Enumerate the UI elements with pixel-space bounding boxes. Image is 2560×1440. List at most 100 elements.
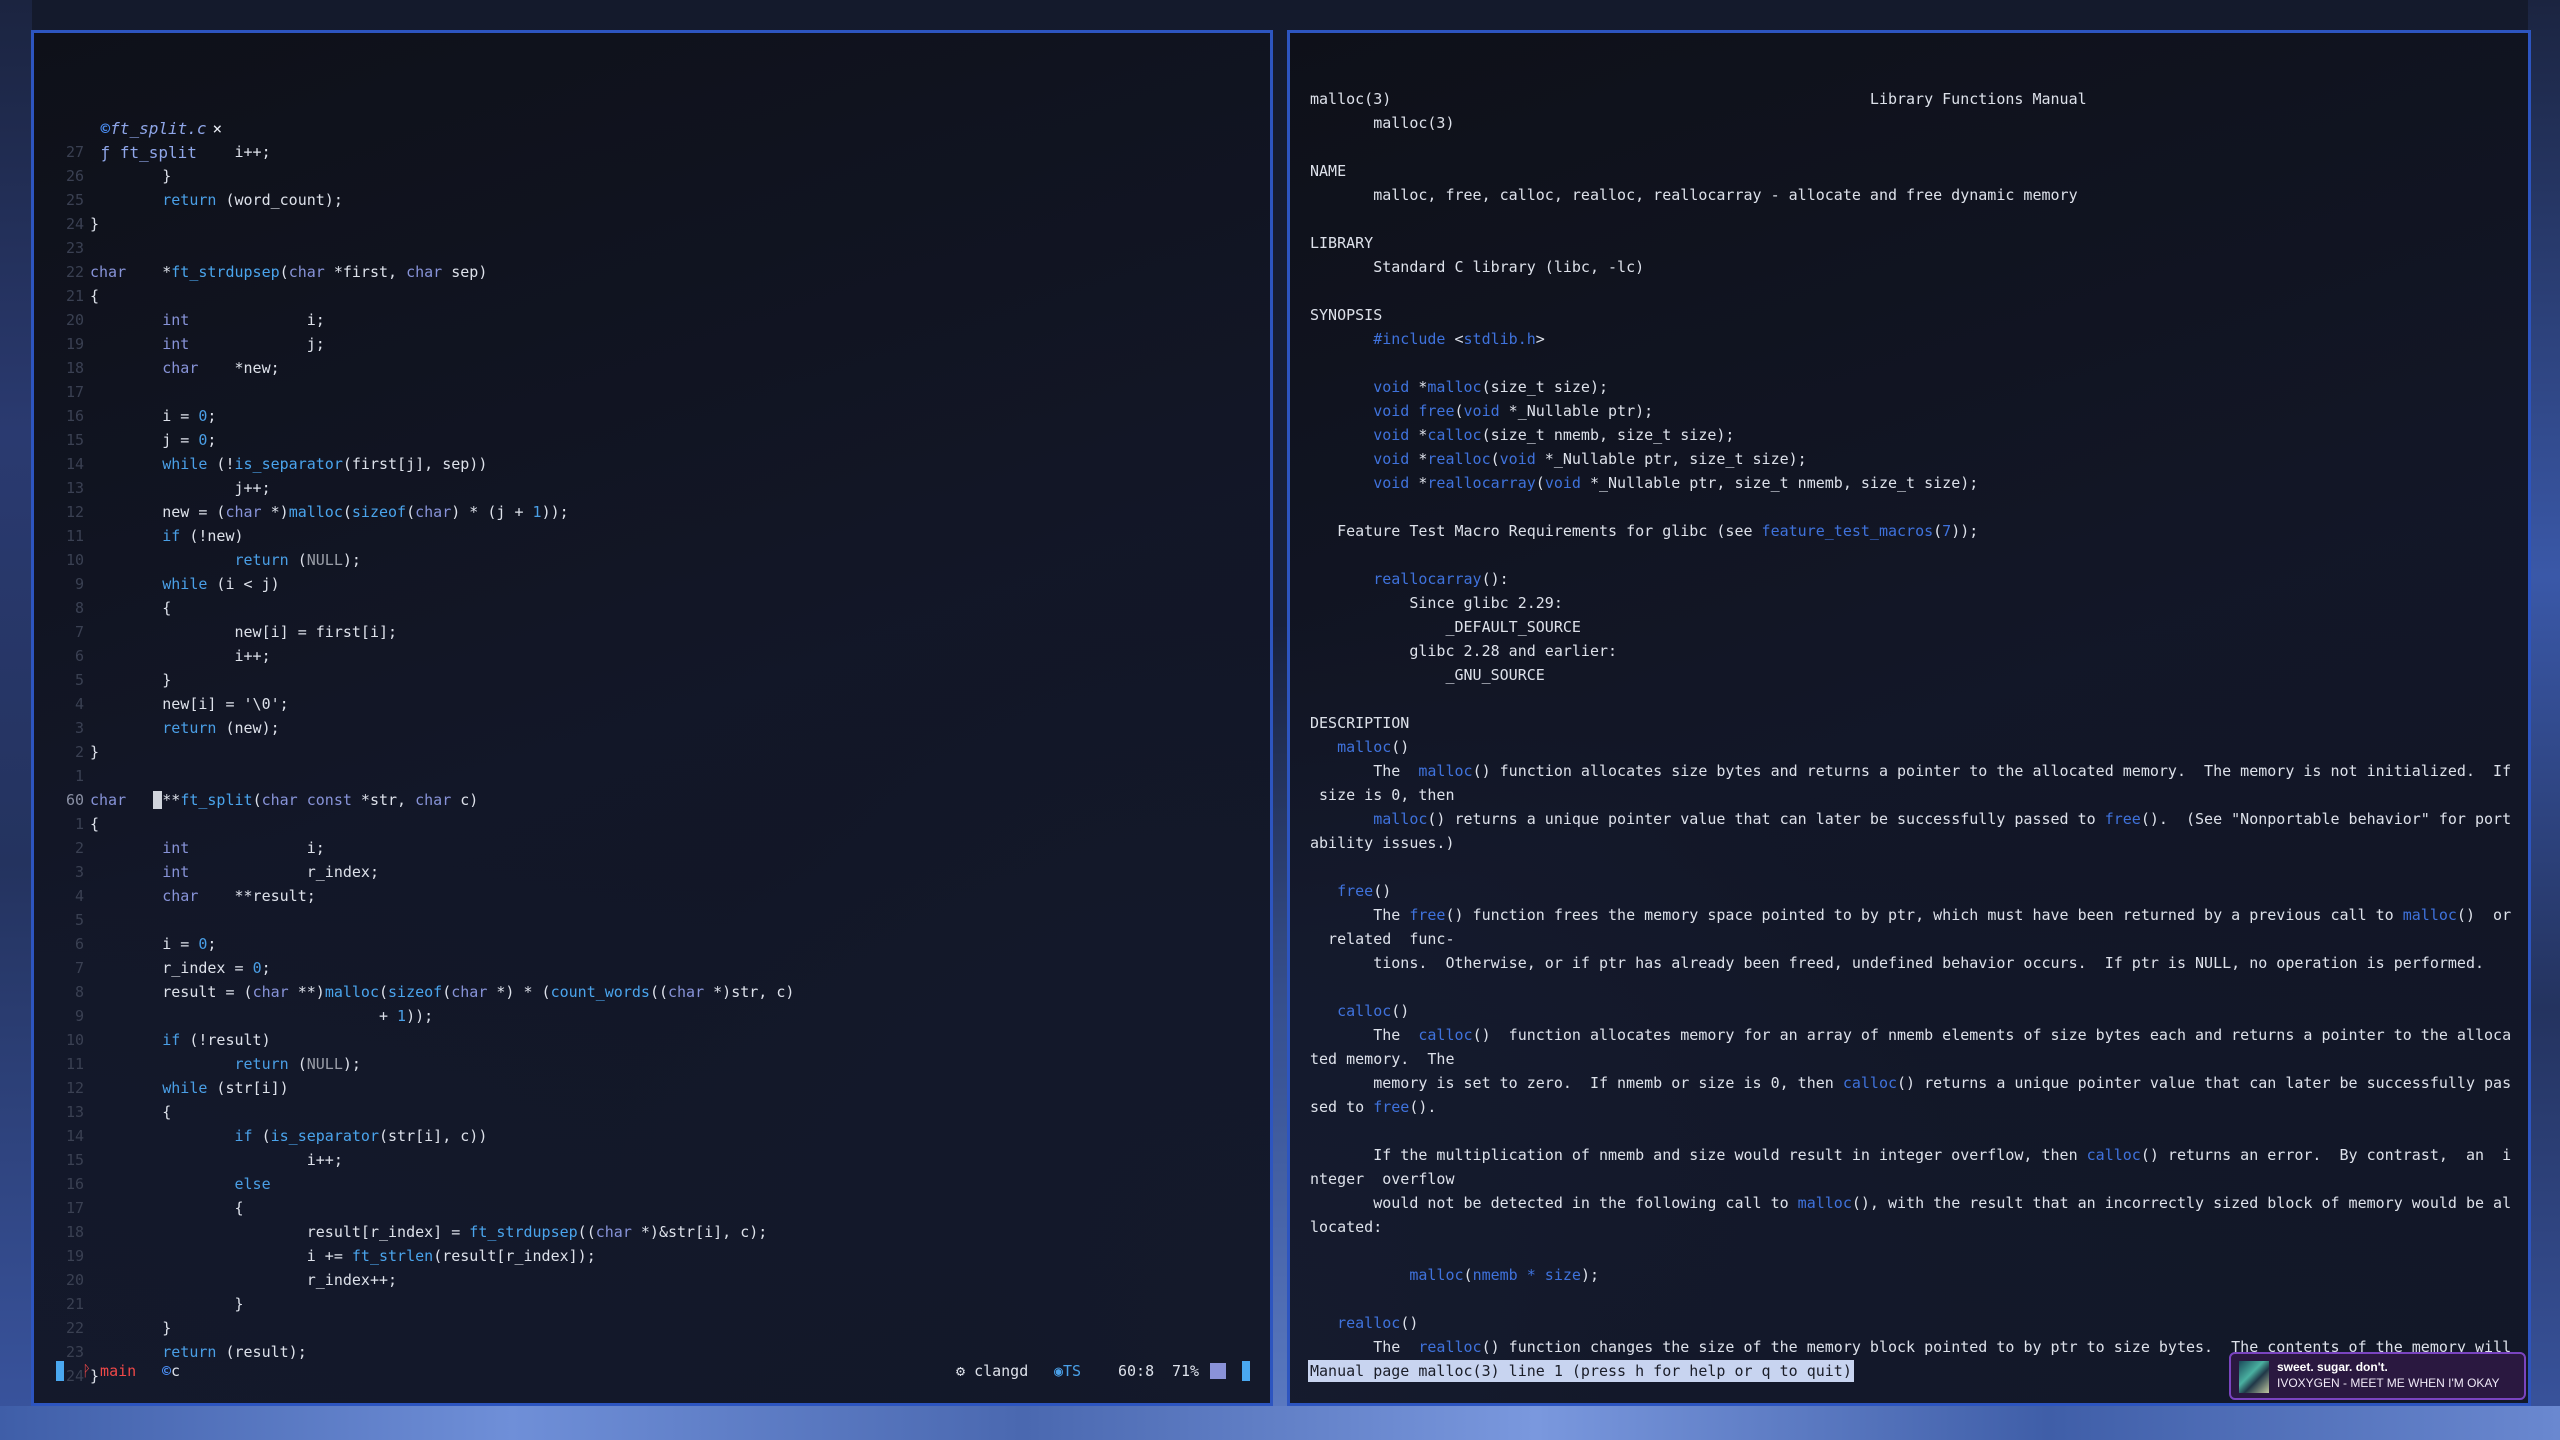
code-line[interactable]: 5 } [34,668,794,692]
code-line[interactable]: 7 new[i] = first[i]; [34,620,794,644]
man-link[interactable]: void [1373,402,1409,420]
code-line[interactable]: 4 char **result; [34,884,794,908]
man-link[interactable]: free [2105,810,2141,828]
man-link[interactable]: free [1337,882,1373,900]
code-line[interactable]: 22 } [34,1316,794,1340]
code-line[interactable]: 16 i = 0; [34,404,794,428]
code-text: return (new); [90,716,279,740]
code-line[interactable]: 4 new[i] = '\0'; [34,692,794,716]
man-link[interactable]: calloc [2087,1146,2141,1164]
man-link[interactable]: calloc [1843,1074,1897,1092]
man-link[interactable]: free [1409,906,1445,924]
man-link[interactable]: void [1500,450,1536,468]
man-link[interactable]: feature_test_macros [1762,522,1934,540]
code-line[interactable]: 3 int r_index; [34,860,794,884]
code-line[interactable]: 17 [34,380,794,404]
code-token: return [162,191,217,209]
man-link[interactable]: void [1545,474,1581,492]
man-link[interactable]: reallocarray [1427,474,1535,492]
code-line[interactable]: 19 int j; [34,332,794,356]
man-link[interactable]: free [1373,1098,1409,1116]
code-line[interactable]: 2} [34,740,794,764]
code-line[interactable]: 8 { [34,596,794,620]
man-link[interactable]: realloc [1427,450,1490,468]
man-text [1310,474,1373,492]
code-line[interactable]: 8 result = (char **)malloc(sizeof(char *… [34,980,794,1004]
code-line[interactable]: 19 i += ft_strlen(result[r_index]); [34,1244,794,1268]
code-line[interactable]: 15 i++; [34,1148,794,1172]
man-link[interactable]: void [1373,450,1409,468]
music-notification[interactable]: sweet. sugar. don't. IVOXYGEN - MEET ME … [2229,1352,2526,1400]
man-link[interactable]: nmemb * size [1473,1266,1581,1284]
man-link[interactable]: free [1418,402,1454,420]
man-link[interactable]: realloc [1337,1314,1400,1332]
code-line[interactable]: 1{ [34,812,794,836]
code-token: (!new) [180,527,244,545]
man-link[interactable]: malloc [1427,378,1481,396]
man-text: tions. Otherwise, or if ptr has already … [1310,954,2484,972]
man-link[interactable]: void [1373,426,1409,444]
man-text [1310,378,1373,396]
man-link[interactable]: malloc [1409,1266,1463,1284]
code-line[interactable]: 10 return (NULL); [34,548,794,572]
man-link[interactable]: reallocarray [1373,570,1481,588]
code-line[interactable]: 11 if (!new) [34,524,794,548]
code-line[interactable]: 5 [34,908,794,932]
code-line[interactable]: 26 } [34,164,794,188]
code-line[interactable]: 14 while (!is_separator(first[j], sep)) [34,452,794,476]
code-token: r_index; [189,863,379,881]
man-link[interactable]: calloc [1337,1002,1391,1020]
code-line[interactable]: 1 [34,764,794,788]
man-link[interactable]: void [1373,474,1409,492]
code-token: ; [207,935,217,953]
code-area[interactable]: 27 i++; 26 } 25 return (word_count); 24} 23 2… [34,140,795,1388]
code-line[interactable]: 23 [34,236,794,260]
code-line[interactable]: 22 char *ft_strdupsep(char *first, char s… [34,260,794,284]
code-token: ) * (j + [451,503,533,521]
man-link[interactable]: calloc [1418,1026,1472,1044]
code-line[interactable]: 11 return (NULL); [34,1052,794,1076]
man-page-pane[interactable]: ​malloc(3) Library Functions Manual​ mal… [1287,30,2531,1406]
editor-pane[interactable]: ©ft_split.c × ƒ ft_split 27 i++; 26 } 25 re… [31,30,1273,1406]
code-line[interactable]: 2 int i; [34,836,794,860]
code-line[interactable]: 18 char *new; [34,356,794,380]
man-link[interactable]: calloc [1427,426,1481,444]
man-link[interactable]: malloc [1373,810,1427,828]
code-line[interactable]: 9 + 1)); [34,1004,794,1028]
code-line[interactable]: 21 } [34,1292,794,1316]
man-link[interactable]: malloc [1798,1194,1852,1212]
code-line[interactable]: 16 else [34,1172,794,1196]
man-link[interactable]: realloc [1418,1338,1481,1356]
close-tab-icon[interactable]: × [213,119,223,138]
code-line[interactable]: 27 i++; [34,140,794,164]
code-line[interactable]: 17 { [34,1196,794,1220]
code-line[interactable]: 21 { [34,284,794,308]
code-line[interactable]: 3 return (new); [34,716,794,740]
man-link[interactable]: void [1373,378,1409,396]
man-link[interactable]: stdlib.h [1464,330,1536,348]
man-link[interactable]: malloc [1337,738,1391,756]
code-line[interactable]: 25 return (word_count); [34,188,794,212]
man-link[interactable]: malloc [1418,762,1472,780]
code-line[interactable]: 7 r_index = 0; [34,956,794,980]
code-line[interactable]: 24} [34,212,794,236]
man-link[interactable]: malloc [2403,906,2457,924]
code-line[interactable]: 20 int i; [34,308,794,332]
code-line[interactable]: 9 while (i < j) [34,572,794,596]
man-link[interactable]: void [1464,402,1500,420]
code-line[interactable]: 14 if (is_separator(str[i], c)) [34,1124,794,1148]
code-line[interactable]: 6 i++; [34,644,794,668]
code-line[interactable]: 15 j = 0; [34,428,794,452]
code-line[interactable]: 6 i = 0; [34,932,794,956]
code-line[interactable]: 13 { [34,1100,794,1124]
code-line[interactable]: 12 new = (char *)malloc(sizeof(char) * (… [34,500,794,524]
code-line-current[interactable]: 60 char **ft_split(char const *str, char … [34,788,794,812]
man-link[interactable]: #include [1373,330,1445,348]
code-line[interactable]: 20 r_index++; [34,1268,794,1292]
code-line[interactable]: 10 if (!result) [34,1028,794,1052]
code-line[interactable]: 13 j++; [34,476,794,500]
code-line[interactable]: 18 result[r_index] = ft_strdupsep((char … [34,1220,794,1244]
code-line[interactable]: 12 while (str[i]) [34,1076,794,1100]
man-link[interactable]: 7 [1942,522,1951,540]
